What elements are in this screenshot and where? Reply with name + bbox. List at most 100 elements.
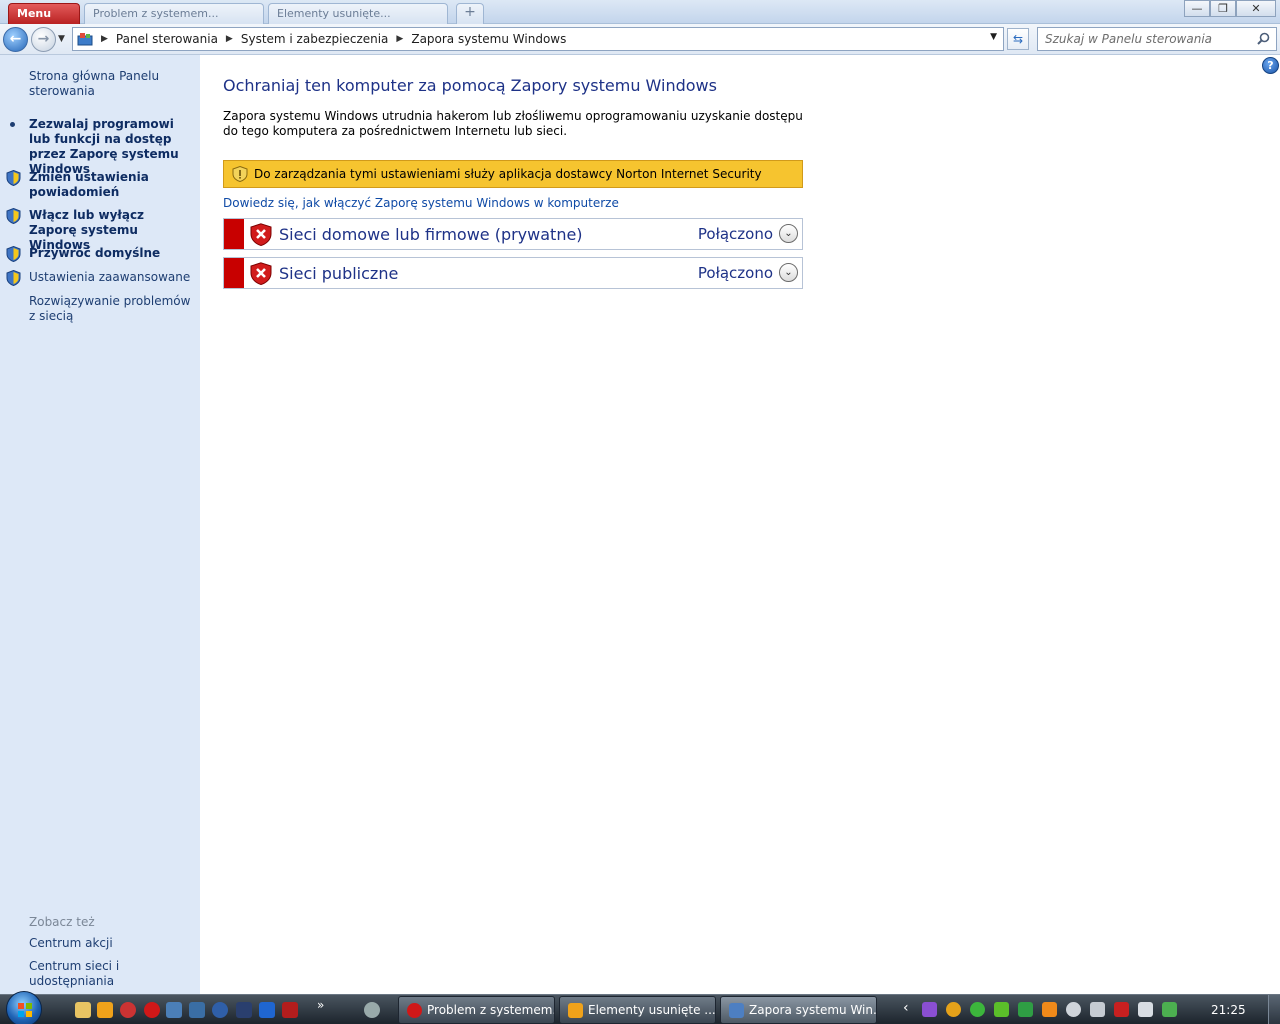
tray-app-icon[interactable] <box>946 1002 961 1017</box>
breadcrumb-item[interactable]: System i zabezpieczenia <box>241 32 389 46</box>
sidebar-item-restore-defaults[interactable]: Przywróć domyślne <box>29 246 194 261</box>
address-dropdown-icon[interactable]: ▼ <box>990 32 997 42</box>
page-title: Ochraniaj ten komputer za pomocą Zapory … <box>223 76 717 95</box>
warning-text: Do zarządzania tymi ustawieniami służy a… <box>254 167 762 181</box>
taskbar-item-label: Zapora systemu Win... <box>749 1003 877 1017</box>
taskbar-item[interactable]: Zapora systemu Win... <box>720 996 877 1024</box>
bullet-icon <box>10 122 15 127</box>
search-icon[interactable] <box>1257 32 1270 45</box>
volume-icon[interactable] <box>1138 1002 1153 1017</box>
network-status: Połączono <box>697 264 773 282</box>
back-arrow-icon: ← <box>9 31 22 47</box>
network-status: Połączono <box>697 225 773 243</box>
chevron-down-icon: ⌄ <box>784 267 793 278</box>
app-icon[interactable] <box>236 1002 252 1018</box>
shutdown-icon[interactable] <box>120 1002 136 1018</box>
back-button[interactable]: ← <box>3 27 28 52</box>
sidebar-item-troubleshoot[interactable]: Rozwiązywanie problemów z siecią <box>29 294 194 324</box>
tray-app-icon[interactable] <box>1162 1002 1177 1017</box>
tray-app-icon[interactable] <box>994 1002 1009 1017</box>
tray-app-icon[interactable] <box>922 1002 937 1017</box>
app-icon[interactable] <box>259 1002 275 1018</box>
breadcrumb-item[interactable]: Panel sterowania <box>116 32 218 46</box>
control-panel-home-link[interactable]: Strona główna Panelu sterowania <box>29 69 194 99</box>
forward-button[interactable]: → <box>31 27 56 52</box>
learn-how-link[interactable]: Dowiedz się, jak włączyć Zaporę systemu … <box>223 196 619 210</box>
search-box <box>1037 27 1277 51</box>
quicklaunch-overflow-icon[interactable]: » <box>317 998 324 1012</box>
taskbar-item-label: Elementy usunięte ... <box>588 1003 716 1017</box>
network-state-indicator <box>224 258 244 288</box>
address-bar: ← → ▼ ▶ Panel sterowania ▶ System i zabe… <box>0 24 1280 55</box>
see-also-network-center-link[interactable]: Centrum sieci i udostępniania <box>29 959 199 989</box>
new-tab-button[interactable]: + <box>456 3 484 24</box>
tray-app-icon[interactable] <box>1042 1002 1057 1017</box>
shield-icon <box>6 246 21 262</box>
tray-expand-icon[interactable]: ‹ <box>903 1000 909 1016</box>
sidebar-item-advanced-settings[interactable]: Ustawienia zaawansowane <box>29 270 194 285</box>
close-button[interactable]: ✕ <box>1236 0 1276 17</box>
browser-tab[interactable]: Problem z systemem... <box>84 3 264 24</box>
outlook-icon[interactable] <box>97 1002 113 1018</box>
page-description: Zapora systemu Windows utrudnia hakerom … <box>223 109 803 138</box>
browser-titlebar: Menu Problem z systemem... Elementy usun… <box>0 0 1280 24</box>
recent-pages-dropdown-icon[interactable]: ▼ <box>58 34 65 44</box>
see-also-heading: Zobacz też <box>29 915 95 929</box>
network-row-private[interactable]: Sieci domowe lub firmowe (prywatne) Połą… <box>223 218 803 250</box>
main-content: ? Ochraniaj ten komputer za pomocą Zapor… <box>200 55 1280 994</box>
opera-icon[interactable] <box>144 1002 160 1018</box>
breadcrumb[interactable]: ▶ Panel sterowania ▶ System i zabezpiecz… <box>72 27 1004 51</box>
see-also-action-center-link[interactable]: Centrum akcji <box>29 936 194 951</box>
shield-error-icon <box>250 223 272 246</box>
explorer-icon[interactable] <box>75 1002 91 1018</box>
tray-app-icon[interactable] <box>970 1002 985 1017</box>
expand-button[interactable]: ⌄ <box>779 224 798 243</box>
taskbar-item-label: Problem z systemem... <box>427 1003 555 1017</box>
app-icon[interactable] <box>364 1002 380 1018</box>
sidebar: Strona główna Panelu sterowania Zezwalaj… <box>0 55 200 994</box>
network-name: Sieci domowe lub firmowe (prywatne) <box>279 225 583 244</box>
clock[interactable]: 21:25 <box>1211 1003 1246 1017</box>
taskbar-item[interactable]: Elementy usunięte ... <box>559 996 716 1024</box>
network-state-indicator <box>224 219 244 249</box>
tray-app-icon[interactable] <box>1018 1002 1033 1017</box>
warning-shield-icon <box>232 166 248 182</box>
tray-app-icon[interactable] <box>1066 1002 1081 1017</box>
show-desktop-button[interactable] <box>1268 995 1280 1024</box>
app-icon[interactable] <box>282 1002 298 1018</box>
browser-tab[interactable]: Elementy usunięte... <box>268 3 448 24</box>
network-icon[interactable] <box>189 1002 205 1018</box>
taskbar: » Problem z systemem... Elementy usunięt… <box>0 991 1280 1024</box>
chevron-down-icon: ⌄ <box>784 228 793 239</box>
windows-logo-icon <box>18 1003 32 1017</box>
network-status-icon[interactable] <box>1114 1002 1129 1017</box>
network-name: Sieci publiczne <box>279 264 399 283</box>
sidebar-item-allow-program[interactable]: Zezwalaj programowi lub funkcji na dostę… <box>29 117 194 177</box>
refresh-icon: ⇆ <box>1012 32 1024 46</box>
breadcrumb-separator-icon: ▶ <box>396 34 404 44</box>
start-button[interactable] <box>6 991 42 1024</box>
shield-icon <box>6 208 21 224</box>
breadcrumb-separator-icon: ▶ <box>225 34 233 44</box>
opera-menu-tab[interactable]: Menu <box>8 3 80 24</box>
forward-arrow-icon: → <box>37 31 50 47</box>
control-panel-icon <box>729 1003 744 1018</box>
app-icon[interactable] <box>212 1002 228 1018</box>
taskbar-item[interactable]: Problem z systemem... <box>398 996 555 1024</box>
refresh-button[interactable]: ⇆ <box>1007 28 1029 50</box>
breadcrumb-item[interactable]: Zapora systemu Windows <box>411 32 566 46</box>
shield-icon <box>6 270 21 286</box>
control-panel-icon <box>77 33 93 46</box>
desktop-icon[interactable] <box>166 1002 182 1018</box>
tray-app-icon[interactable] <box>1090 1002 1105 1017</box>
maximize-button[interactable]: ❐ <box>1210 0 1236 17</box>
sidebar-item-notifications[interactable]: Zmień ustawienia powiadomień <box>29 170 194 200</box>
managed-by-warning-banner: Do zarządzania tymi ustawieniami służy a… <box>223 160 803 188</box>
outlook-icon <box>568 1003 583 1018</box>
network-row-public[interactable]: Sieci publiczne Połączono ⌄ <box>223 257 803 289</box>
search-input[interactable] <box>1038 28 1244 50</box>
help-button[interactable]: ? <box>1262 57 1279 74</box>
expand-button[interactable]: ⌄ <box>779 263 798 282</box>
minimize-button[interactable]: — <box>1184 0 1210 17</box>
opera-icon <box>407 1003 422 1018</box>
